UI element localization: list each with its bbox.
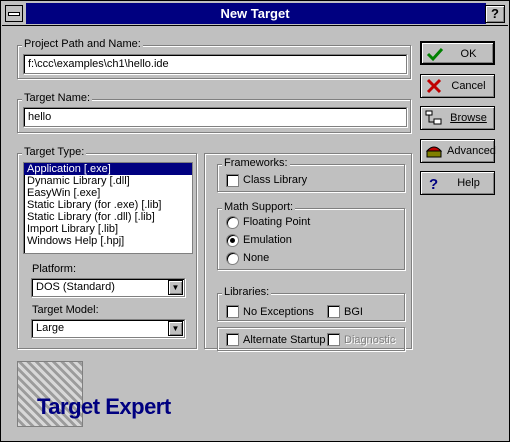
platform-value: DOS (Standard) — [36, 281, 115, 293]
target-type-item-dynamic-library[interactable]: Dynamic Library [.dll] — [24, 175, 192, 187]
target-type-item-static-library-dll[interactable]: Static Library (for .dll) [.lib] — [24, 211, 192, 223]
x-cancel-icon — [426, 78, 442, 94]
diagnostic-label: Diagnostic — [344, 334, 396, 346]
help-button-label: Help — [457, 177, 480, 189]
target-type-item-windows-help[interactable]: Windows Help [.hpj] — [24, 235, 192, 247]
target-name-label: Target Name: — [22, 92, 93, 104]
class-library-checkbox[interactable] — [226, 174, 239, 187]
question-mark-icon: ? — [429, 176, 438, 191]
emulation-radio[interactable] — [226, 234, 239, 247]
no-exceptions-label: No Exceptions — [243, 306, 314, 318]
advanced-button-label: Advanced — [447, 145, 496, 157]
target-model-select[interactable]: Large ▼ — [31, 319, 185, 338]
target-name-input[interactable]: hello — [23, 107, 407, 127]
target-type-item-import-library[interactable]: Import Library [.lib] — [24, 223, 192, 235]
alternate-startup-checkbox[interactable] — [226, 333, 239, 346]
project-path-input[interactable]: f:\ccc\examples\ch1\hello.ide — [23, 54, 407, 74]
class-library-label: Class Library — [243, 174, 308, 186]
project-path-label: Project Path and Name: — [22, 38, 143, 50]
cancel-button-label: Cancel — [451, 80, 486, 92]
diagnostic-checkbox[interactable] — [327, 333, 340, 346]
target-type-listbox[interactable]: Application [.exe] Dynamic Library [.dll… — [23, 162, 193, 254]
ok-button-label: OK — [460, 48, 477, 60]
target-model-value: Large — [36, 322, 65, 334]
floating-point-radio[interactable] — [226, 216, 239, 229]
emulation-label: Emulation — [243, 234, 292, 246]
svg-text:?: ? — [429, 176, 438, 191]
folder-tree-icon — [425, 110, 442, 125]
target-type-item-easywin[interactable]: EasyWin [.exe] — [24, 187, 192, 199]
title-help-button[interactable]: ? — [485, 5, 505, 23]
platform-dropdown-arrow-icon[interactable]: ▼ — [168, 280, 183, 295]
window-title: New Target — [220, 6, 290, 21]
target-type-item-static-library-exe[interactable]: Static Library (for .exe) [.lib] — [24, 199, 192, 211]
browse-button[interactable]: Browse — [420, 106, 495, 130]
math-support-label: Math Support: — [222, 201, 296, 213]
new-target-dialog: New Target ? Project Path and Name: f:\c… — [0, 0, 510, 442]
checkmark-icon — [426, 47, 444, 62]
floating-point-label: Floating Point — [243, 216, 311, 228]
system-menu-icon[interactable] — [5, 5, 23, 22]
platform-select[interactable]: DOS (Standard) ▼ — [31, 278, 185, 297]
platform-label: Platform: — [32, 263, 77, 275]
ok-button[interactable]: OK — [420, 41, 495, 65]
libraries-label: Libraries: — [222, 286, 272, 298]
target-expert-logo-text: Target Expert — [37, 394, 171, 419]
help-button[interactable]: ? Help — [420, 171, 495, 195]
title-bar: New Target ? — [2, 2, 508, 26]
none-label: None — [243, 252, 270, 264]
alternate-startup-label: Alternate Startup — [243, 334, 326, 346]
bgi-label: BGI — [344, 306, 363, 318]
target-type-item-application[interactable]: Application [.exe] — [24, 163, 192, 175]
none-radio[interactable] — [226, 252, 239, 265]
toolbox-icon — [425, 146, 443, 158]
target-type-label: Target Type: — [22, 146, 87, 158]
advanced-button[interactable]: Advanced — [420, 139, 496, 163]
frameworks-label: Frameworks: — [222, 157, 290, 169]
browse-button-label: Browse — [450, 112, 487, 124]
cancel-button[interactable]: Cancel — [420, 74, 495, 98]
bgi-checkbox[interactable] — [327, 305, 340, 318]
target-model-label: Target Model: — [32, 304, 99, 316]
no-exceptions-checkbox[interactable] — [226, 305, 239, 318]
target-model-dropdown-arrow-icon[interactable]: ▼ — [168, 321, 183, 336]
